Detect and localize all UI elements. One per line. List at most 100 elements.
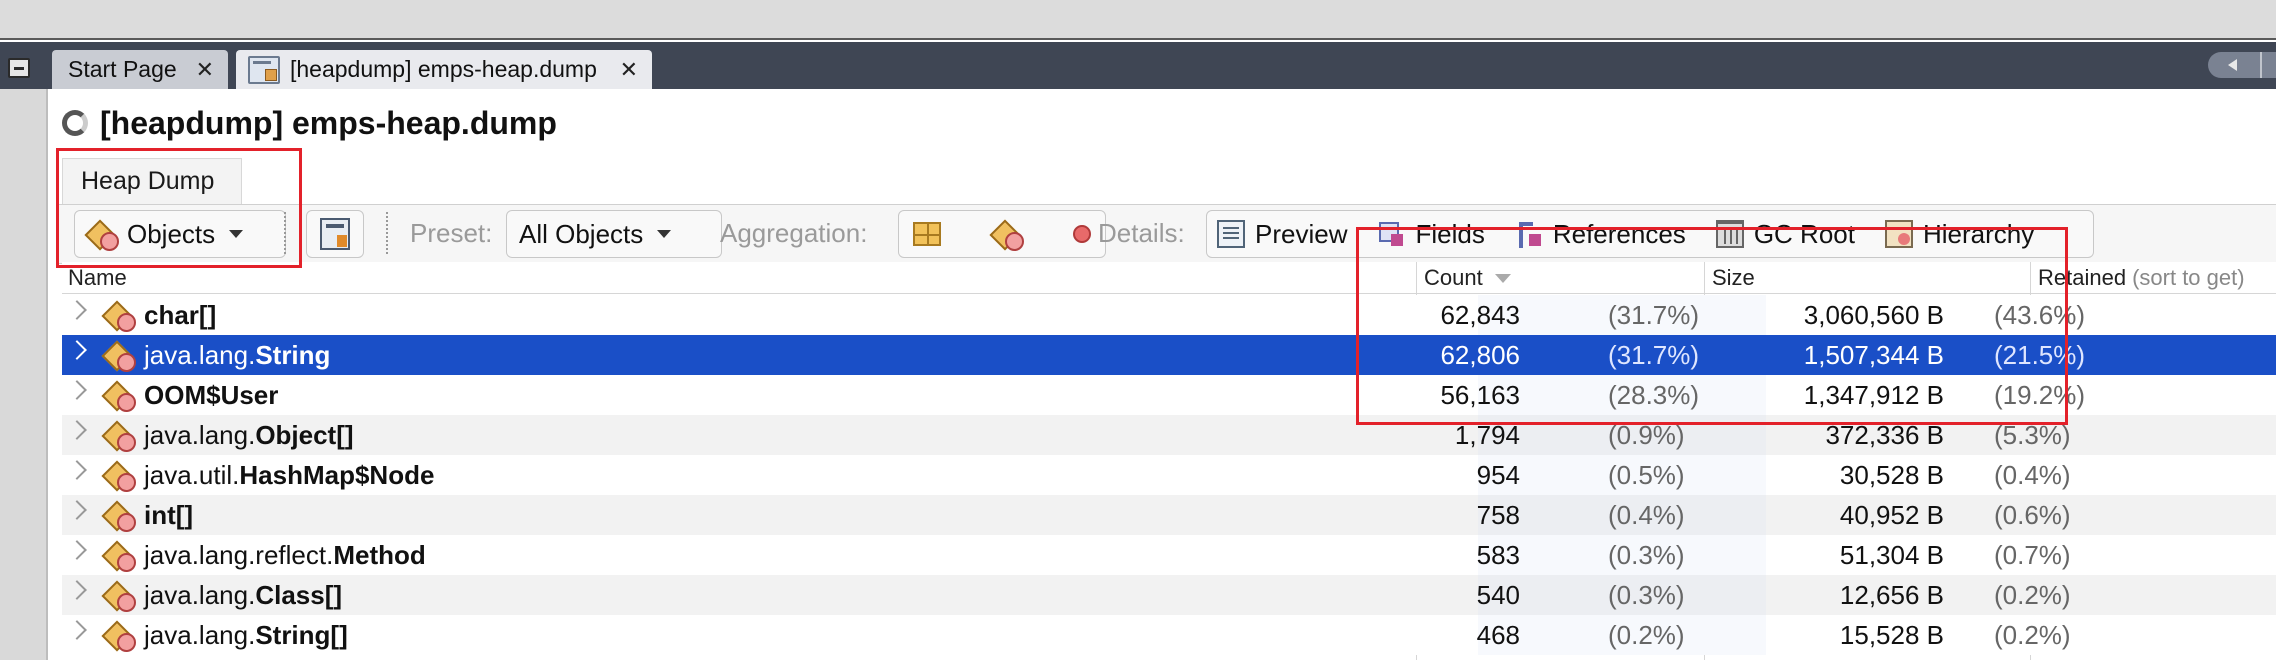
class-instance-icon (104, 541, 136, 572)
table-row[interactable]: java.lang.reflect. Method 583 (0.3%) 51,3… (62, 535, 2276, 575)
expand-chevron-icon[interactable] (67, 620, 87, 640)
class-name-cell: int[] (104, 498, 193, 532)
package-name: java.lang. (144, 419, 256, 450)
class-name: int[] (144, 499, 194, 530)
page-title: [heapdump] emps-heap.dump (100, 104, 557, 141)
table-row[interactable]: java.lang. String[] 468 (0.2%) 15,528 B (… (62, 615, 2276, 655)
aggregate-packages-icon[interactable] (913, 222, 941, 246)
tab-scroll-left-button[interactable] (2208, 52, 2276, 78)
preset-label: Preset: (410, 217, 493, 248)
column-header-retained[interactable]: Retained (sort to get) (2038, 264, 2245, 292)
expand-chevron-icon[interactable] (67, 540, 87, 560)
class-name: Method (333, 539, 426, 570)
class-name: HashMap$Node (239, 459, 435, 490)
column-header-name[interactable]: Name (68, 264, 127, 292)
class-name-cell: char[] (104, 298, 216, 332)
compute-retained-button[interactable] (306, 210, 364, 258)
class-instance-icon (104, 621, 136, 652)
expand-chevron-icon[interactable] (67, 460, 87, 480)
size-value: 51,304 B (1839, 539, 1944, 570)
retained-hint: (sort to get) (2132, 265, 2245, 290)
count-value: 758 (1476, 499, 1520, 530)
class-instance-icon (104, 381, 136, 412)
package-name: java.lang. (144, 339, 256, 370)
left-gutter (0, 89, 48, 660)
loading-spinner-icon (62, 110, 88, 136)
count-value: 468 (1476, 619, 1520, 650)
preview-icon (1217, 220, 1245, 248)
count-value: 583 (1476, 539, 1520, 570)
table-row[interactable]: int[] 758 (0.4%) 40,952 B (0.6%) (62, 495, 2276, 535)
table-row[interactable]: java.lang. Class[] 540 (0.3%) 12,656 B (0… (62, 575, 2276, 615)
count-percent: (0.3%) (1608, 579, 1685, 610)
expand-chevron-icon[interactable] (67, 380, 87, 400)
package-name: java.util. (144, 459, 240, 490)
size-value: 40,952 B (1839, 499, 1944, 530)
page-title-row: [heapdump] emps-heap.dump (62, 98, 557, 148)
size-percent: (0.2%) (1994, 619, 2071, 650)
class-name-cell: java.lang. String[] (104, 618, 348, 652)
chevron-down-icon (657, 230, 672, 238)
class-name: OOM$User (144, 379, 279, 410)
expand-chevron-icon[interactable] (67, 420, 87, 440)
class-name: Class[] (255, 579, 343, 610)
details-label: Details: (1098, 217, 1185, 248)
class-name-cell: OOM$User (104, 378, 278, 412)
class-name: String[] (255, 619, 348, 650)
aggregate-instances-icon[interactable] (1073, 225, 1091, 243)
size-percent: (0.2%) (1994, 579, 2071, 610)
details-preview-toggle[interactable]: Preview (1255, 219, 1347, 250)
class-name-cell: java.lang. Object[] (104, 418, 354, 452)
count-value: 540 (1476, 579, 1520, 610)
class-name-cell: java.lang. String (104, 338, 330, 372)
tab-start-page[interactable]: Start Page ✕ (52, 50, 228, 89)
close-icon[interactable]: ✕ (620, 57, 638, 83)
class-name-cell: java.util. HashMap$Node (104, 458, 434, 492)
expand-chevron-icon[interactable] (67, 500, 87, 520)
aggregation-label: Aggregation: (720, 217, 868, 248)
aggregate-classes-icon[interactable] (992, 220, 1024, 251)
tab-heapdump-label: [heapdump] emps-heap.dump (290, 56, 597, 82)
class-name: Object[] (255, 419, 354, 450)
count-percent: (0.5%) (1608, 459, 1685, 490)
package-name: java.lang. (144, 579, 256, 610)
class-name-cell: java.lang. Class[] (104, 578, 342, 612)
class-instance-icon (104, 581, 136, 612)
class-instance-icon (104, 341, 136, 372)
class-instance-icon (104, 461, 136, 492)
count-percent: (0.2%) (1608, 619, 1685, 650)
size-percent: (0.7%) (1994, 539, 2071, 570)
minimize-panel-icon[interactable] (8, 58, 30, 78)
calculator-icon (320, 218, 350, 250)
expand-chevron-icon[interactable] (67, 340, 87, 360)
size-value: 12,656 B (1839, 579, 1944, 610)
package-name: java.lang.reflect. (144, 539, 334, 570)
highlight-box-top-counts (1356, 227, 2068, 425)
class-instance-icon (104, 301, 136, 332)
size-value: 30,528 B (1839, 459, 1944, 490)
count-value: 954 (1476, 459, 1520, 490)
count-percent: (0.3%) (1608, 539, 1685, 570)
toolbar-separator (386, 212, 388, 254)
package-name: java.lang. (144, 619, 256, 650)
expand-chevron-icon[interactable] (67, 300, 87, 320)
table-row[interactable]: java.util. HashMap$Node 954 (0.5%) 30,528… (62, 455, 2276, 495)
count-percent: (0.4%) (1608, 499, 1685, 530)
highlight-box-heap-dump-objects (56, 148, 302, 268)
tab-heapdump[interactable]: [heapdump] emps-heap.dump ✕ (236, 50, 652, 89)
preset-dropdown[interactable]: All Objects (506, 210, 722, 258)
class-instance-icon (104, 421, 136, 452)
size-percent: (0.6%) (1994, 499, 2071, 530)
size-percent: (0.4%) (1994, 459, 2071, 490)
expand-chevron-icon[interactable] (67, 580, 87, 600)
size-value: 15,528 B (1839, 619, 1944, 650)
window-top-bar (0, 0, 2276, 40)
tab-start-page-label: Start Page (68, 56, 177, 82)
class-name: char[] (144, 299, 217, 330)
class-name-cell: java.lang.reflect. Method (104, 538, 426, 572)
aggregation-toggle-group (898, 210, 1106, 258)
class-name: String (255, 339, 331, 370)
heapdump-file-icon (248, 55, 280, 84)
close-icon[interactable]: ✕ (196, 57, 214, 83)
class-instance-icon (104, 501, 136, 532)
